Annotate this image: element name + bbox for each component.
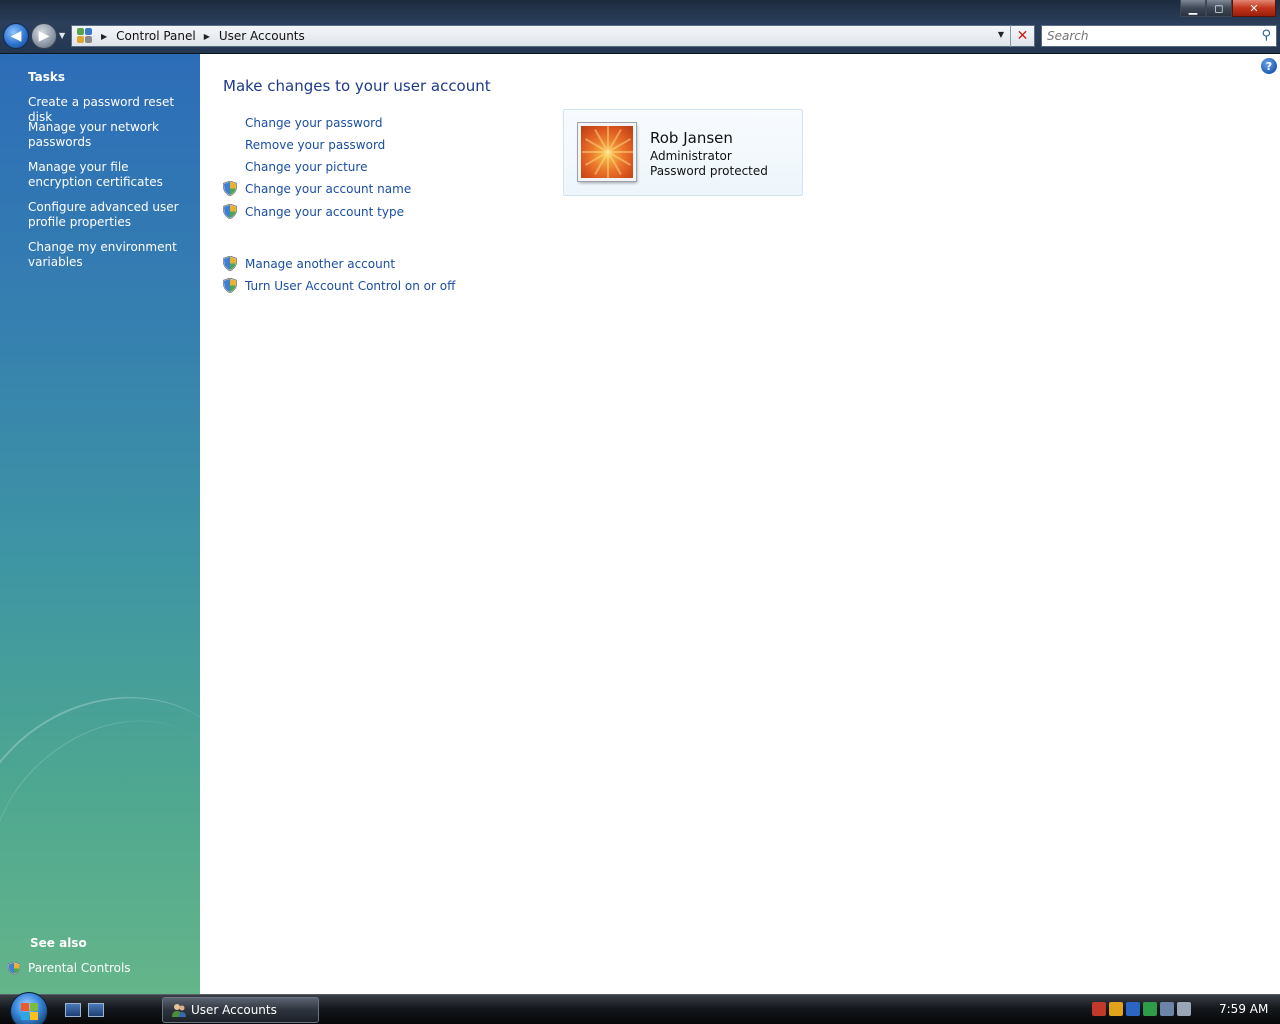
- taskbar-button-label: User Accounts: [191, 1003, 277, 1017]
- arrow-left-icon: ◀: [10, 28, 22, 44]
- recent-pages-dropdown[interactable]: ▼: [59, 31, 65, 40]
- volume-icon[interactable]: [1177, 1002, 1191, 1016]
- help-icon[interactable]: ?: [1261, 58, 1277, 74]
- security-shield-icon[interactable]: [1109, 1002, 1123, 1016]
- search-box[interactable]: ⚲: [1041, 25, 1277, 47]
- main-content: ? Make changes to your user account Chan…: [200, 54, 1280, 994]
- link-turn-uac-on-off[interactable]: Turn User Account Control on or off: [245, 279, 455, 293]
- see-also-parental-controls[interactable]: Parental Controls: [28, 961, 188, 976]
- shield-icon: [223, 256, 237, 271]
- window-controls: ▁ ◻ ✕: [1180, 0, 1276, 17]
- minimize-button[interactable]: ▁: [1180, 0, 1206, 17]
- display-icon[interactable]: [1126, 1002, 1140, 1016]
- system-tray: [1092, 1002, 1191, 1016]
- show-desktop-icon[interactable]: [65, 1003, 81, 1017]
- stop-button[interactable]: ✕: [1010, 25, 1034, 47]
- close-button[interactable]: ✕: [1232, 0, 1276, 17]
- chevron-right-icon[interactable]: ▶: [204, 32, 210, 41]
- breadcrumb-user-accounts[interactable]: User Accounts: [219, 29, 305, 43]
- link-change-password[interactable]: Change your password: [245, 116, 383, 130]
- control-panel-icon: [77, 28, 93, 44]
- taskbar: User Accounts 7:59 AM: [0, 992, 1280, 1024]
- breadcrumb-control-panel[interactable]: Control Panel: [116, 29, 196, 43]
- close-icon: ✕: [1016, 28, 1029, 44]
- maximize-button[interactable]: ◻: [1206, 0, 1232, 17]
- see-also-heading: See also: [30, 936, 87, 950]
- breadcrumb: ▶ Control Panel ▶ User Accounts: [93, 29, 305, 43]
- shield-icon: [223, 278, 237, 293]
- search-icon[interactable]: ⚲: [1261, 28, 1271, 43]
- forward-button[interactable]: ▶: [31, 23, 57, 49]
- avatar[interactable]: [578, 123, 636, 181]
- task-configure-profile-properties[interactable]: Configure advanced user profile properti…: [28, 200, 188, 230]
- clock[interactable]: 7:59 AM: [1219, 1002, 1268, 1016]
- switch-windows-icon[interactable]: [88, 1003, 104, 1017]
- chevron-right-icon: ▶: [101, 31, 108, 41]
- shield-icon: [223, 181, 237, 196]
- task-manage-network-passwords[interactable]: Manage your network passwords: [28, 120, 188, 150]
- back-button[interactable]: ◀: [3, 23, 29, 49]
- account-card: Rob Jansen Administrator Password protec…: [563, 109, 803, 196]
- windows-logo-icon: [20, 1002, 38, 1020]
- account-role: Administrator: [650, 149, 732, 163]
- link-manage-another-account[interactable]: Manage another account: [245, 257, 395, 271]
- shield-icon: [223, 204, 237, 219]
- shield-icon: [8, 962, 20, 975]
- link-change-picture[interactable]: Change your picture: [245, 160, 367, 174]
- page-title: Make changes to your user account: [223, 77, 491, 95]
- address-bar[interactable]: ▶ Control Panel ▶ User Accounts ▼ ✕: [71, 25, 1035, 47]
- link-remove-password[interactable]: Remove your password: [245, 138, 385, 152]
- window-titlebar: ▁ ◻ ✕ ◀ ▶ ▼ ▶ Control Panel ▶ User Accou…: [0, 0, 1280, 54]
- account-name: Rob Jansen: [650, 129, 733, 147]
- address-dropdown-icon[interactable]: ▼: [998, 30, 1004, 39]
- user-accounts-icon: [171, 1002, 187, 1018]
- search-input[interactable]: [1047, 27, 1257, 45]
- checkmark-icon[interactable]: [1143, 1002, 1157, 1016]
- task-manage-encryption-certificates[interactable]: Manage your file encryption certificates: [28, 160, 188, 190]
- arrow-right-icon: ▶: [38, 28, 50, 44]
- link-change-account-type[interactable]: Change your account type: [245, 205, 404, 219]
- start-button[interactable]: [10, 992, 48, 1024]
- account-status: Password protected: [650, 164, 768, 178]
- network-icon[interactable]: [1160, 1002, 1174, 1016]
- task-change-environment-variables[interactable]: Change my environment variables: [28, 240, 188, 270]
- alert-icon[interactable]: [1092, 1002, 1106, 1016]
- link-change-account-name[interactable]: Change your account name: [245, 182, 411, 196]
- task-pane: Tasks Create a password reset disk Manag…: [0, 54, 200, 994]
- taskbar-button-user-accounts[interactable]: User Accounts: [162, 997, 319, 1023]
- tasks-heading: Tasks: [28, 70, 66, 84]
